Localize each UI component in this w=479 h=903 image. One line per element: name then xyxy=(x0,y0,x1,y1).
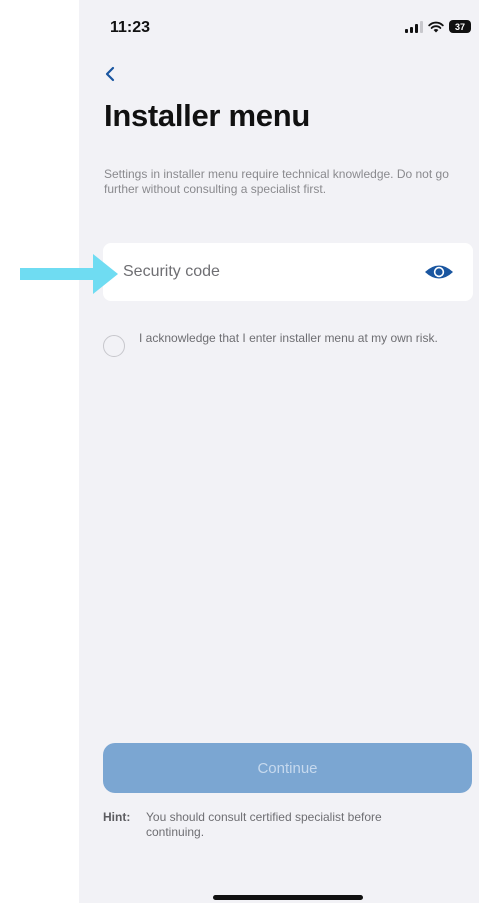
security-code-input[interactable] xyxy=(123,243,413,301)
page-description: Settings in installer menu require techn… xyxy=(104,167,449,196)
status-icons: 37 xyxy=(405,20,471,33)
phone-screen: 11:23 37 Installer menu Settings in inst… xyxy=(79,0,479,903)
battery-icon: 37 xyxy=(449,20,471,33)
wifi-icon xyxy=(428,21,444,32)
home-indicator xyxy=(213,895,363,900)
status-bar: 11:23 37 xyxy=(79,0,479,50)
acknowledge-label[interactable]: I acknowledge that I enter installer men… xyxy=(139,331,439,346)
eye-icon xyxy=(425,265,453,279)
chevron-left-icon xyxy=(105,66,115,82)
page-title: Installer menu xyxy=(104,98,310,133)
annotation-arrow-icon xyxy=(20,254,118,294)
signal-icon xyxy=(405,20,423,33)
acknowledge-row[interactable]: I acknowledge that I enter installer men… xyxy=(103,331,453,371)
security-code-field xyxy=(103,243,473,301)
back-button[interactable] xyxy=(101,62,121,86)
hint-text: You should consult certified specialist … xyxy=(146,810,382,839)
toggle-visibility-button[interactable] xyxy=(423,262,455,282)
hint-label: Hint: xyxy=(103,810,131,824)
continue-button[interactable]: Continue xyxy=(103,743,472,793)
acknowledge-checkbox[interactable] xyxy=(103,335,125,357)
status-time: 11:23 xyxy=(110,19,151,36)
